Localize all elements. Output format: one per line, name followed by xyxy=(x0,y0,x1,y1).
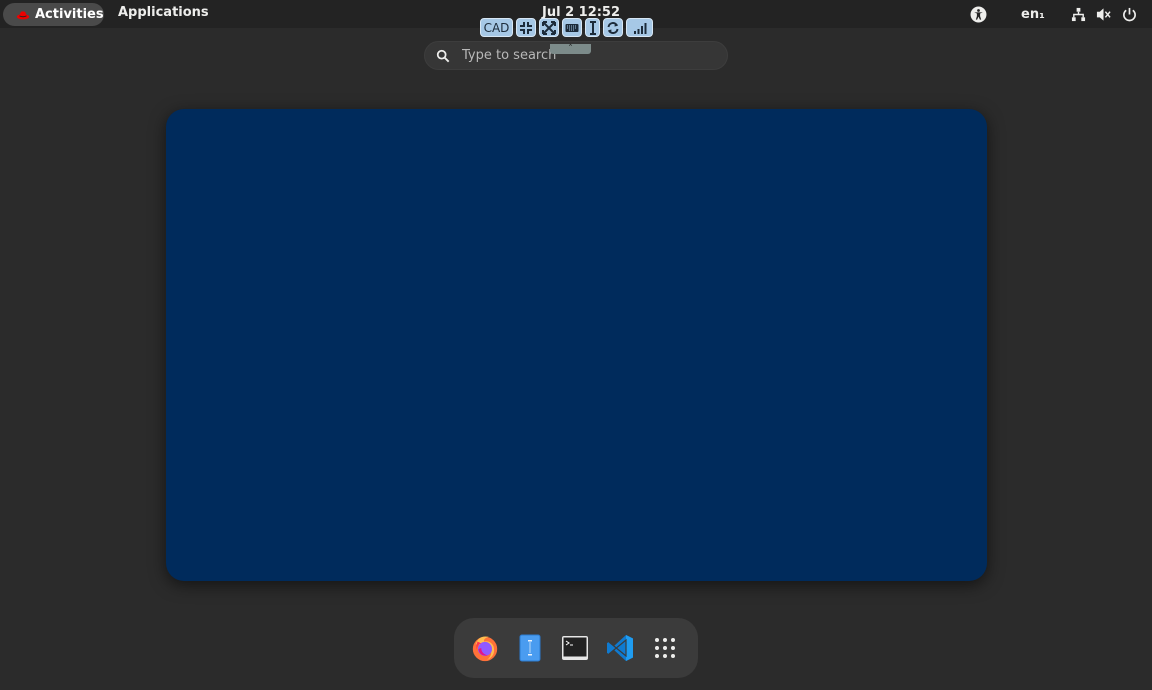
signal-icon xyxy=(633,22,646,34)
text-cursor-icon xyxy=(589,20,596,35)
fullscreen-button[interactable] xyxy=(539,18,559,37)
network-icon xyxy=(1071,7,1086,21)
activities-label: Activities xyxy=(35,7,104,22)
activities-button[interactable]: Activities xyxy=(3,3,104,26)
terminal-icon xyxy=(562,636,588,660)
fullscreen-exit-icon xyxy=(520,21,532,34)
show-applications-button[interactable] xyxy=(649,632,681,664)
accessibility-icon xyxy=(970,6,987,22)
fullscreen-icon xyxy=(542,20,556,35)
refresh-button[interactable] xyxy=(603,18,623,37)
dash-item-firefox[interactable] xyxy=(469,632,501,664)
app-grid-icon xyxy=(655,638,675,658)
dash-item-terminal[interactable] xyxy=(559,632,591,664)
dash xyxy=(454,618,698,678)
redhat-logo-icon xyxy=(16,10,30,19)
volume-icon xyxy=(1096,7,1111,21)
firefox-icon xyxy=(472,636,498,662)
search-icon xyxy=(436,49,450,62)
files-icon xyxy=(519,634,541,662)
vscode-icon xyxy=(607,635,633,661)
cad-button[interactable]: CAD xyxy=(480,18,513,37)
remote-toolbar: CAD xyxy=(480,18,653,38)
chevron-up-icon: ˄ xyxy=(568,44,573,54)
refresh-icon xyxy=(607,21,619,34)
keyboard-icon xyxy=(565,23,579,32)
fullscreen-exit-button[interactable] xyxy=(516,18,536,37)
workspace-thumbnail[interactable] xyxy=(166,109,987,581)
applications-menu[interactable]: Applications xyxy=(118,5,209,20)
dash-item-files[interactable] xyxy=(514,632,546,664)
accessibility-menu[interactable] xyxy=(970,0,987,28)
connection-quality-button[interactable] xyxy=(626,18,653,37)
power-icon xyxy=(1123,7,1136,21)
keyboard-button[interactable] xyxy=(562,18,582,37)
text-cursor-button[interactable] xyxy=(585,18,600,37)
dash-item-vscode[interactable] xyxy=(604,632,636,664)
toolbar-collapse-tab[interactable]: ˄ xyxy=(550,44,591,54)
language-label: en₁ xyxy=(1021,6,1045,22)
keyboard-layout-indicator[interactable]: en₁ xyxy=(1021,0,1045,28)
system-menu[interactable] xyxy=(1071,0,1137,28)
